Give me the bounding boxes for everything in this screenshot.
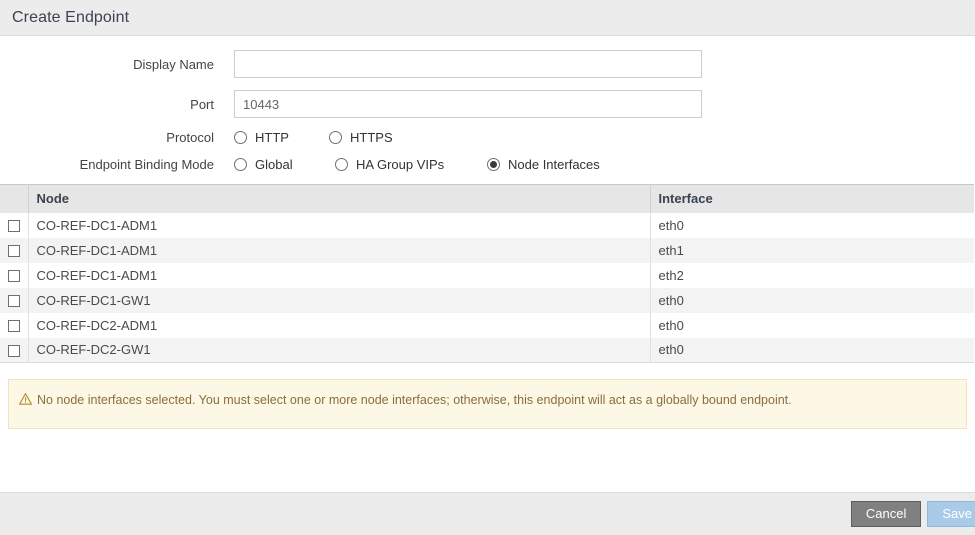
table-row[interactable]: CO-REF-DC2-ADM1 eth0 — [0, 313, 974, 338]
row-interface: eth0 — [650, 213, 974, 238]
checkbox-icon[interactable] — [8, 345, 20, 357]
display-name-label: Display Name — [0, 57, 234, 72]
radio-binding-ha-group-vips-label: HA Group VIPs — [356, 157, 444, 172]
port-input[interactable] — [234, 90, 702, 118]
radio-circle-selected-icon — [487, 158, 500, 171]
table-row[interactable]: CO-REF-DC1-ADM1 eth0 — [0, 213, 974, 238]
dialog-header: Create Endpoint — [0, 0, 975, 36]
radio-binding-node-interfaces[interactable]: Node Interfaces — [487, 157, 600, 172]
row-checkbox-cell[interactable] — [0, 313, 28, 338]
radio-circle-icon — [234, 131, 247, 144]
radio-binding-global-label: Global — [255, 157, 293, 172]
radio-binding-ha-group-vips[interactable]: HA Group VIPs — [335, 157, 487, 172]
radio-protocol-https-label: HTTPS — [350, 130, 393, 145]
binding-mode-label: Endpoint Binding Mode — [0, 157, 234, 172]
row-node: CO-REF-DC1-ADM1 — [28, 263, 650, 288]
row-interface: eth0 — [650, 338, 974, 363]
protocol-label: Protocol — [0, 130, 234, 145]
radio-circle-icon — [329, 131, 342, 144]
form-row-binding-mode: Endpoint Binding Mode Global HA Group VI… — [0, 157, 975, 172]
checkbox-icon[interactable] — [8, 295, 20, 307]
radio-binding-global[interactable]: Global — [234, 157, 335, 172]
radio-circle-icon — [234, 158, 247, 171]
port-label: Port — [0, 97, 234, 112]
form-row-port: Port — [0, 90, 975, 118]
warning-message: No node interfaces selected. You must se… — [37, 392, 792, 408]
form-row-protocol: Protocol HTTP HTTPS — [0, 130, 975, 145]
cancel-button[interactable]: Cancel — [851, 501, 921, 527]
checkbox-icon[interactable] — [8, 245, 20, 257]
checkbox-icon[interactable] — [8, 270, 20, 282]
save-button[interactable]: Save — [927, 501, 975, 527]
binding-mode-radio-group: Global HA Group VIPs Node Interfaces — [234, 157, 600, 172]
page-title: Create Endpoint — [12, 9, 129, 27]
table-row[interactable]: CO-REF-DC1-ADM1 eth1 — [0, 238, 974, 263]
table-header-checkbox — [0, 185, 28, 213]
row-node: CO-REF-DC2-GW1 — [28, 338, 650, 363]
warning-banner: No node interfaces selected. You must se… — [8, 379, 967, 429]
checkbox-icon[interactable] — [8, 220, 20, 232]
table-row[interactable]: CO-REF-DC2-GW1 eth0 — [0, 338, 974, 363]
row-interface: eth0 — [650, 313, 974, 338]
protocol-radio-group: HTTP HTTPS — [234, 130, 393, 145]
display-name-input[interactable] — [234, 50, 702, 78]
row-checkbox-cell[interactable] — [0, 288, 28, 313]
row-checkbox-cell[interactable] — [0, 238, 28, 263]
radio-circle-icon — [335, 158, 348, 171]
form-row-display-name: Display Name — [0, 50, 975, 78]
radio-protocol-https[interactable]: HTTPS — [329, 130, 393, 145]
table-header-interface: Interface — [650, 185, 974, 213]
radio-protocol-http-label: HTTP — [255, 130, 289, 145]
radio-protocol-http[interactable]: HTTP — [234, 130, 329, 145]
endpoint-form: Display Name Port Protocol HTTP HTTPS En… — [0, 36, 975, 172]
radio-binding-node-interfaces-label: Node Interfaces — [508, 157, 600, 172]
table-header-node: Node — [28, 185, 650, 213]
row-checkbox-cell[interactable] — [0, 263, 28, 288]
row-interface: eth1 — [650, 238, 974, 263]
table-header-row: Node Interface — [0, 185, 974, 213]
row-interface: eth0 — [650, 288, 974, 313]
row-checkbox-cell[interactable] — [0, 338, 28, 363]
warning-triangle-icon — [19, 393, 32, 407]
dialog-footer: Cancel Save — [0, 492, 975, 535]
checkbox-icon[interactable] — [8, 320, 20, 332]
row-node: CO-REF-DC1-ADM1 — [28, 213, 650, 238]
node-interfaces-table: Node Interface CO-REF-DC1-ADM1 eth0 CO-R… — [0, 184, 974, 363]
row-checkbox-cell[interactable] — [0, 213, 28, 238]
row-node: CO-REF-DC2-ADM1 — [28, 313, 650, 338]
table-row[interactable]: CO-REF-DC1-GW1 eth0 — [0, 288, 974, 313]
row-node: CO-REF-DC1-ADM1 — [28, 238, 650, 263]
table-row[interactable]: CO-REF-DC1-ADM1 eth2 — [0, 263, 974, 288]
row-node: CO-REF-DC1-GW1 — [28, 288, 650, 313]
table-body: CO-REF-DC1-ADM1 eth0 CO-REF-DC1-ADM1 eth… — [0, 213, 974, 363]
row-interface: eth2 — [650, 263, 974, 288]
